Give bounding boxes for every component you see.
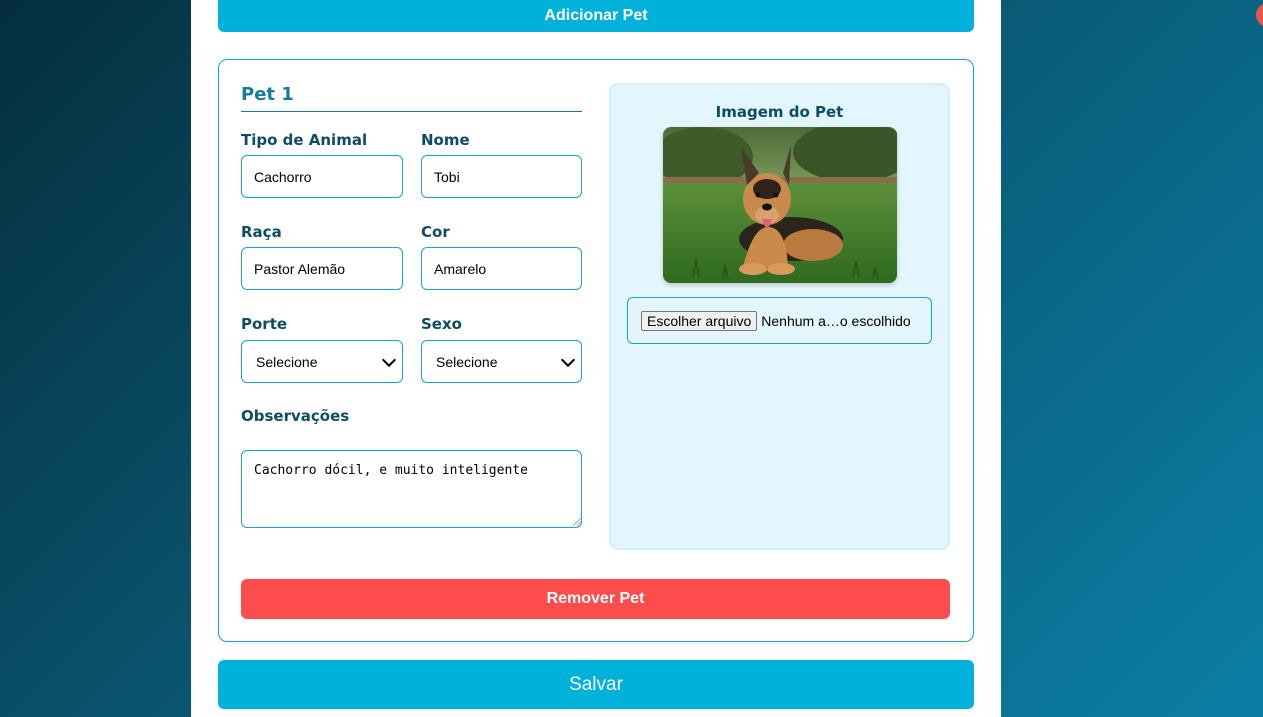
pet-photo (663, 127, 897, 283)
pet-title: Pet 1 (241, 84, 582, 112)
color-input[interactable] (421, 247, 582, 290)
color-label: Cor (421, 223, 450, 241)
image-title: Imagem do Pet (715, 103, 844, 121)
choose-file-button[interactable]: Escolher arquivo (641, 310, 758, 331)
file-input[interactable]: Escolher arquivo Nenhum a…o escolhido (627, 297, 932, 344)
file-status-text: Nenhum a…o escolhido (761, 312, 911, 329)
notes-textarea[interactable]: Cachorro dócil, e muito inteligente (241, 450, 582, 528)
pet-card: Pet 1 Tipo de Animal Nome Raça Cor Porte… (218, 59, 974, 642)
size-select[interactable]: Selecione (241, 340, 403, 383)
name-input[interactable] (421, 155, 582, 198)
sex-label: Sexo (421, 315, 462, 333)
notification-dot (1256, 3, 1263, 27)
save-button[interactable]: Salvar (218, 660, 974, 709)
animal-type-label: Tipo de Animal (241, 131, 368, 149)
breed-label: Raça (241, 223, 282, 241)
size-label: Porte (241, 315, 288, 333)
animal-type-input[interactable] (241, 155, 403, 198)
resize-grip-icon[interactable] (573, 518, 581, 526)
sex-select[interactable]: Selecione (421, 340, 582, 383)
sex-select-value: Selecione (436, 353, 498, 370)
notes-label: Observações (241, 407, 350, 425)
remove-pet-button[interactable]: Remover Pet (241, 579, 950, 619)
image-panel: Imagem do Pet Escolher arquivo Nenhum a…… (609, 83, 950, 550)
chevron-down-icon (381, 352, 397, 367)
breed-input[interactable] (241, 247, 403, 290)
form-page: Adicionar Pet Pet 1 Tipo de Animal Nome … (191, 0, 1001, 717)
name-label: Nome (421, 131, 470, 149)
size-select-value: Selecione (256, 353, 318, 370)
add-pet-button[interactable]: Adicionar Pet (218, 0, 974, 32)
chevron-down-icon (560, 352, 576, 367)
